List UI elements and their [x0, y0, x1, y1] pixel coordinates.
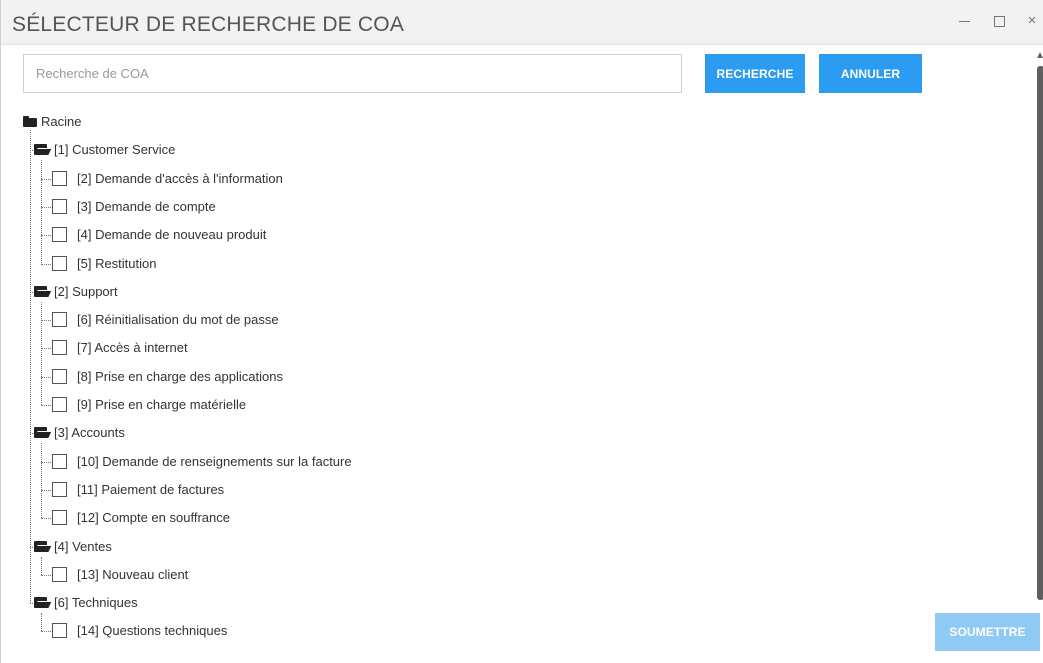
tree-item-checkbox[interactable]: [52, 255, 67, 271]
tree-item-checkbox[interactable]: [52, 170, 67, 186]
tree-item-label: [6] Réinitialisation du mot de passe: [77, 312, 279, 328]
folder-open-icon: [34, 427, 52, 439]
tree-connector-line: [41, 405, 51, 406]
tree-item-checkbox[interactable]: [52, 198, 67, 214]
tree-item-checkbox[interactable]: [52, 368, 67, 384]
folder-front: [34, 148, 52, 156]
tree-connector-line: [41, 160, 42, 264]
folder-open-icon: [34, 597, 52, 609]
tree-item-checkbox[interactable]: [52, 340, 67, 356]
tree-item-label: [5] Restitution: [77, 255, 157, 271]
tree-connector-line: [41, 206, 51, 208]
tree-item-label: [14] Questions techniques: [77, 623, 228, 639]
folder-front: [34, 289, 52, 297]
tree-group-label: [3] Accounts: [54, 425, 125, 441]
tree-group-label: [1] Customer Service: [54, 142, 176, 158]
tree-connector-line: [41, 489, 51, 491]
close-button[interactable]: ×: [1020, 9, 1043, 33]
tree-connector-line: [41, 301, 42, 405]
tree-item-label: [13] Nouveau client: [77, 566, 189, 582]
tree-item-label: [3] Demande de compte: [77, 198, 216, 214]
tree-connector-line: [41, 443, 42, 519]
close-icon: ×: [1027, 12, 1037, 29]
tree-connector-line: [41, 574, 51, 576]
tree-connector-line: [41, 613, 42, 632]
tree-connector-line: [41, 461, 51, 463]
tree-connector-line: [41, 556, 42, 575]
tree-connector-line: [41, 631, 51, 633]
tree-item-checkbox[interactable]: [52, 566, 67, 582]
folder-body: [23, 118, 37, 127]
folder-open-icon: [34, 144, 52, 156]
coa-tree: Racine [1] Customer Service [2] Demande d'…: [1, 0, 1001, 663]
tree-item-checkbox[interactable]: [52, 623, 67, 639]
submit-button[interactable]: SOUMETTRE: [935, 613, 1040, 651]
folder-front: [34, 431, 52, 439]
tree-item-label: [10] Demande de renseignements sur la fa…: [77, 453, 352, 469]
folder-closed-icon: [23, 116, 37, 127]
tree-connector-line: [41, 376, 51, 378]
tree-group-label: [2] Support: [54, 283, 118, 299]
tree-connector-line: [41, 235, 51, 237]
tree-item-checkbox[interactable]: [52, 481, 67, 497]
tree-root-label: Racine: [41, 114, 82, 129]
folder-open-icon: [34, 285, 52, 298]
tree-connector-line: [30, 130, 31, 604]
tree-item-label: [7] Accès à internet: [77, 340, 188, 356]
tree-item-label: [9] Prise en charge matérielle: [77, 397, 247, 412]
tree-item-label: [12] Compte en souffrance: [77, 510, 230, 526]
tree-item-label: [8] Prise en charge des applications: [77, 368, 283, 384]
scroll-up-arrow-icon[interactable]: [1037, 52, 1043, 58]
tree-item-checkbox[interactable]: [52, 227, 67, 243]
tree-connector-line: [41, 348, 51, 350]
tree-item-checkbox[interactable]: [52, 312, 67, 328]
folder-open-icon: [34, 540, 52, 553]
tree-item-checkbox[interactable]: [52, 453, 67, 469]
scrollbar[interactable]: [1037, 52, 1043, 600]
tree-item-label: [2] Demande d'accès à l'information: [77, 170, 283, 186]
tree-connector-line: [41, 320, 51, 322]
tree-item-checkbox[interactable]: [52, 510, 67, 526]
tree-item-checkbox[interactable]: [52, 397, 67, 412]
tree-connector-line: [41, 178, 51, 180]
tree-connector-line: [41, 518, 51, 520]
tree-group-label: [6] Techniques: [54, 595, 138, 611]
tree-group-label: [4] Ventes: [54, 538, 112, 554]
tree-item-label: [4] Demande de nouveau produit: [77, 227, 267, 243]
tree-item-label: [11] Paiement de factures: [77, 481, 225, 497]
folder-front: [34, 544, 52, 552]
coa-selector-window: SÉLECTEUR DE RECHERCHE DE COA × RECHERCH…: [0, 0, 1043, 663]
tree-connector-line: [41, 263, 51, 265]
scrollbar-thumb[interactable]: [1037, 66, 1043, 600]
folder-front: [34, 601, 52, 609]
